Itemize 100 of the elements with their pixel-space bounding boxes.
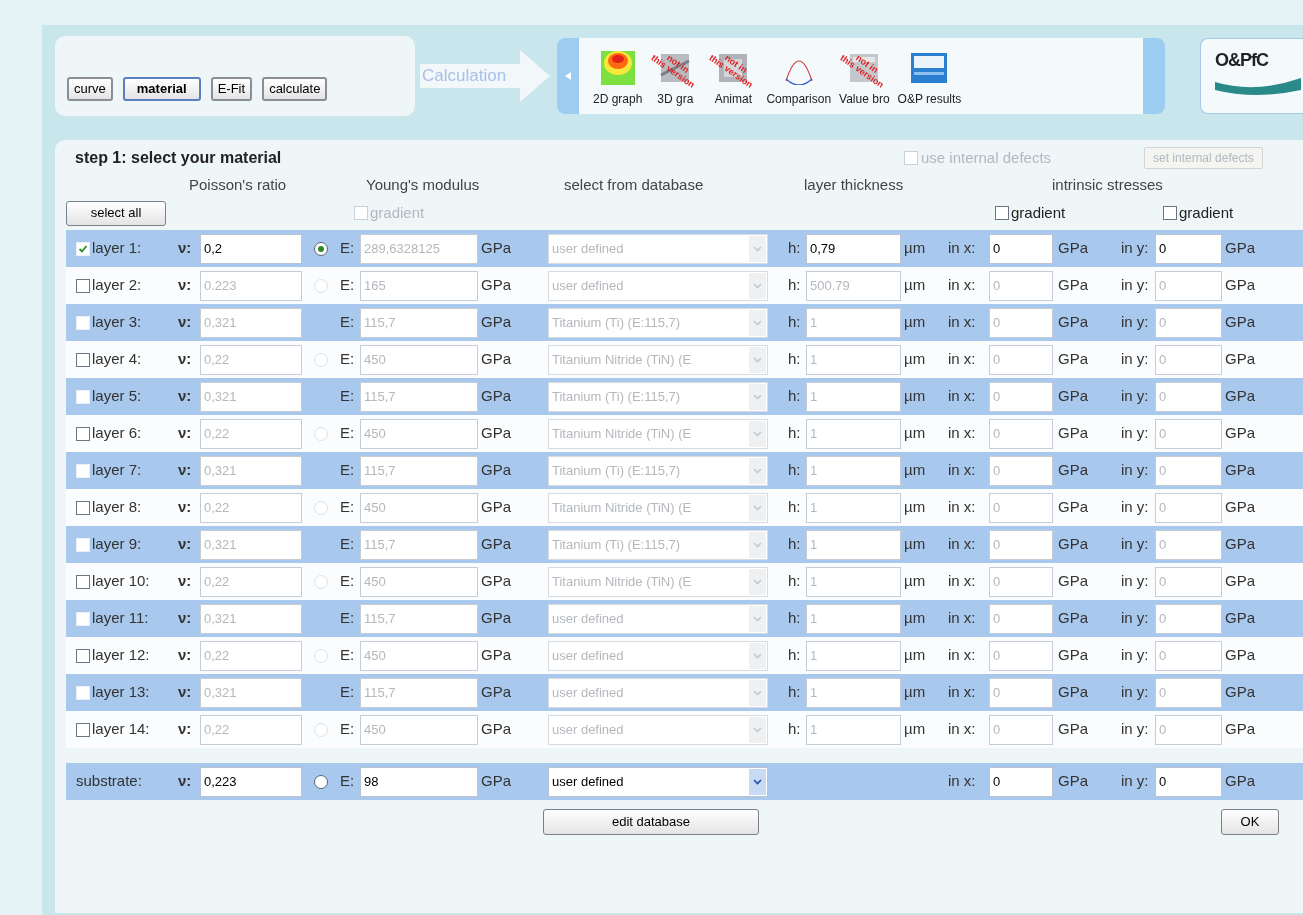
thickness-field[interactable]: 1: [806, 603, 901, 634]
thickness-field[interactable]: 1: [806, 344, 901, 375]
modulus-field[interactable]: 289,6328125: [360, 233, 478, 264]
stress-y-field[interactable]: 0: [1155, 677, 1222, 708]
stress-y-field[interactable]: 0: [1155, 307, 1222, 338]
material-dropdown[interactable]: user defined: [548, 714, 768, 745]
thickness-field[interactable]: 1: [806, 307, 901, 338]
stress-x-field[interactable]: 0: [989, 492, 1053, 523]
mode-button[interactable]: calculate: [262, 76, 328, 101]
modulus-field[interactable]: 115,7: [360, 603, 478, 634]
poisson-field[interactable]: 0,321: [200, 381, 302, 412]
poisson-field[interactable]: 0,223: [200, 766, 302, 797]
mode-button[interactable]: material: [122, 76, 201, 101]
stress-x-field[interactable]: 0: [989, 677, 1053, 708]
poisson-field[interactable]: 0,22: [200, 640, 302, 671]
thickness-field[interactable]: 1: [806, 529, 901, 560]
edit-database-button[interactable]: edit database: [543, 809, 759, 835]
gradient-checkbox[interactable]: [1163, 206, 1177, 220]
poisson-field[interactable]: 0,321: [200, 677, 302, 708]
thickness-field[interactable]: 1: [806, 640, 901, 671]
poisson-field[interactable]: 0,2: [200, 233, 302, 264]
modulus-field[interactable]: 450: [360, 492, 478, 523]
material-dropdown[interactable]: user defined: [548, 233, 768, 264]
modulus-field[interactable]: 450: [360, 640, 478, 671]
stress-x-field[interactable]: 0: [989, 233, 1053, 264]
poisson-field[interactable]: 0,22: [200, 418, 302, 449]
thickness-field[interactable]: 0,79: [806, 233, 901, 264]
stress-y-field[interactable]: 0: [1155, 233, 1222, 264]
poisson-field[interactable]: 0,321: [200, 455, 302, 486]
stress-y-field[interactable]: 0: [1155, 492, 1222, 523]
poisson-field[interactable]: 0,321: [200, 603, 302, 634]
stress-y-field[interactable]: 0: [1155, 381, 1222, 412]
thickness-field[interactable]: 1: [806, 418, 901, 449]
material-dropdown[interactable]: Titanium (Ti) (E:115,7): [548, 529, 768, 560]
stress-x-field[interactable]: 0: [989, 714, 1053, 745]
thickness-field[interactable]: 500.79: [806, 270, 901, 301]
mode-button[interactable]: E-Fit: [210, 76, 253, 101]
stress-x-field[interactable]: 0: [989, 566, 1053, 597]
result-item[interactable]: O&P results: [895, 48, 964, 108]
stress-y-field[interactable]: 0: [1155, 270, 1222, 301]
material-dropdown[interactable]: Titanium Nitride (TiN) (E: [548, 566, 768, 597]
stress-y-field[interactable]: 0: [1155, 455, 1222, 486]
modulus-field[interactable]: 98: [360, 766, 478, 797]
stress-x-field[interactable]: 0: [989, 270, 1053, 301]
material-dropdown[interactable]: Titanium (Ti) (E:115,7): [548, 381, 768, 412]
material-dropdown[interactable]: Titanium (Ti) (E:115,7): [548, 307, 768, 338]
thickness-field[interactable]: 1: [806, 381, 901, 412]
modulus-field[interactable]: 450: [360, 344, 478, 375]
poisson-field[interactable]: 0,22: [200, 566, 302, 597]
select-all-button[interactable]: select all: [66, 200, 166, 226]
stress-y-field[interactable]: 0: [1155, 418, 1222, 449]
scroll-right-button[interactable]: [1143, 38, 1165, 114]
radio-button[interactable]: [314, 774, 328, 789]
result-item[interactable]: 2D graph: [591, 48, 645, 108]
modulus-field[interactable]: 450: [360, 714, 478, 745]
stress-x-field[interactable]: 0: [989, 603, 1053, 634]
poisson-field[interactable]: 0,321: [200, 307, 302, 338]
material-dropdown[interactable]: user defined: [548, 766, 768, 797]
modulus-field[interactable]: 450: [360, 418, 478, 449]
result-item[interactable]: Comparison: [764, 48, 834, 108]
modulus-field[interactable]: 115,7: [360, 381, 478, 412]
stress-x-field[interactable]: 0: [989, 455, 1053, 486]
stress-x-field[interactable]: 0: [989, 529, 1053, 560]
modulus-field[interactable]: 165: [360, 270, 478, 301]
ok-button[interactable]: OK: [1221, 809, 1279, 835]
scroll-left-button[interactable]: [557, 38, 579, 114]
material-dropdown[interactable]: user defined: [548, 640, 768, 671]
layer-checkbox[interactable]: [76, 426, 90, 441]
stress-y-field[interactable]: 0: [1155, 603, 1222, 634]
stress-y-field[interactable]: 0: [1155, 714, 1222, 745]
material-dropdown[interactable]: user defined: [548, 677, 768, 708]
layer-checkbox[interactable]: [76, 500, 90, 515]
mode-button[interactable]: curve: [67, 76, 113, 101]
stress-x-field[interactable]: 0: [989, 766, 1053, 797]
poisson-field[interactable]: 0,321: [200, 529, 302, 560]
stress-x-field[interactable]: 0: [989, 640, 1053, 671]
material-dropdown[interactable]: Titanium (Ti) (E:115,7): [548, 455, 768, 486]
layer-checkbox[interactable]: [76, 722, 90, 737]
material-dropdown[interactable]: Titanium Nitride (TiN) (E: [548, 492, 768, 523]
modulus-field[interactable]: 115,7: [360, 677, 478, 708]
gradient-checkbox[interactable]: [995, 206, 1009, 220]
stress-y-field[interactable]: 0: [1155, 640, 1222, 671]
layer-checkbox[interactable]: [76, 352, 90, 367]
stress-y-field[interactable]: 0: [1155, 766, 1222, 797]
layer-checkbox[interactable]: [76, 648, 90, 663]
material-dropdown[interactable]: user defined: [548, 603, 768, 634]
poisson-field[interactable]: 0.223: [200, 270, 302, 301]
modulus-field[interactable]: 115,7: [360, 529, 478, 560]
stress-y-field[interactable]: 0: [1155, 566, 1222, 597]
poisson-field[interactable]: 0,22: [200, 492, 302, 523]
thickness-field[interactable]: 1: [806, 677, 901, 708]
layer-checkbox[interactable]: [76, 574, 90, 589]
stress-y-field[interactable]: 0: [1155, 344, 1222, 375]
material-dropdown[interactable]: user defined: [548, 270, 768, 301]
stress-x-field[interactable]: 0: [989, 418, 1053, 449]
modulus-field[interactable]: 115,7: [360, 455, 478, 486]
thickness-field[interactable]: 1: [806, 566, 901, 597]
stress-y-field[interactable]: 0: [1155, 529, 1222, 560]
stress-x-field[interactable]: 0: [989, 307, 1053, 338]
modulus-field[interactable]: 450: [360, 566, 478, 597]
